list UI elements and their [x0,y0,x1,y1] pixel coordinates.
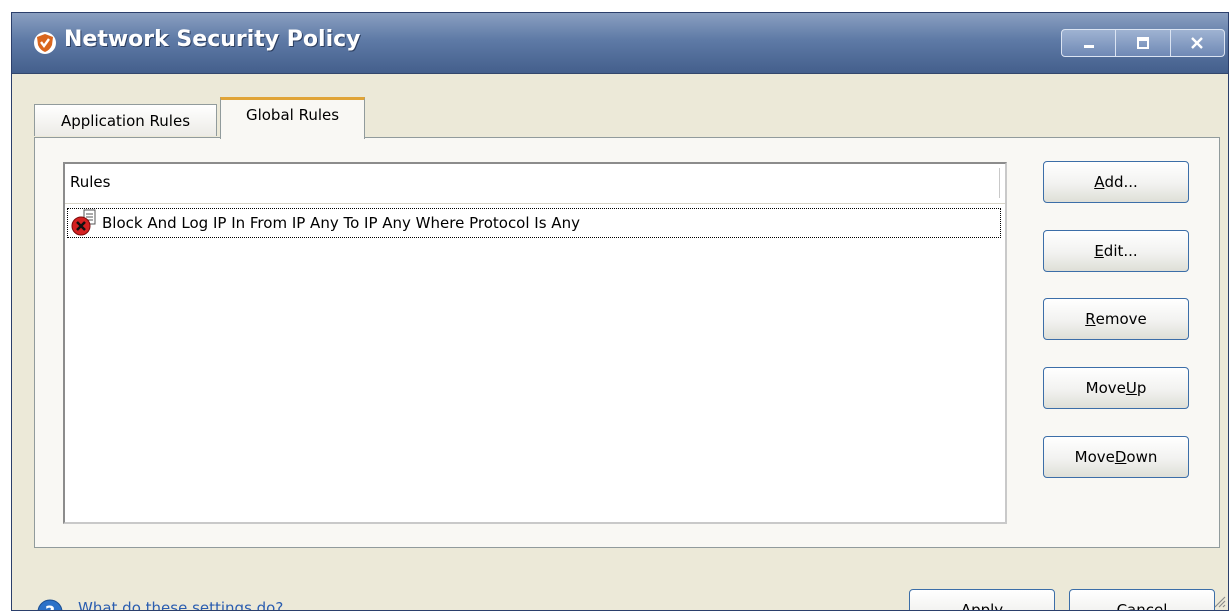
button-mnemonic: R [1085,310,1096,328]
button-label-suffix: own [1126,448,1158,466]
maximize-button[interactable] [1116,30,1171,56]
shield-icon [34,32,56,54]
rules-list[interactable]: Rules Block And Log IP In From IP Any To… [63,162,1007,524]
minimize-button[interactable] [1062,30,1117,56]
button-label: Cancel [1116,601,1168,611]
button-mnemonic: U [1125,379,1137,397]
tab-label: Application Rules [60,111,191,130]
move-down-button[interactable]: Move Down [1043,436,1189,478]
global-rules-panel: Rules Block And Log IP In From IP Any To… [34,137,1220,548]
apply-button[interactable]: Apply [909,589,1055,611]
button-label-suffix: emove [1095,310,1147,328]
move-up-button[interactable]: Move Up [1043,367,1189,409]
add-rule-button[interactable]: Add... [1043,161,1189,203]
list-item[interactable]: Block And Log IP In From IP Any To IP An… [67,208,1001,238]
button-label-suffix: dd... [1104,173,1138,191]
network-security-policy-window: Network Security Policy Application Rule… [11,12,1229,611]
title-bar[interactable]: Network Security Policy [12,13,1228,74]
window-title: Network Security Policy [64,27,361,52]
button-label-suffix: dit... [1103,242,1138,260]
column-separator[interactable] [999,168,1003,198]
button-mnemonic: D [1114,448,1127,466]
close-button[interactable] [1171,30,1224,56]
edit-rule-button[interactable]: Edit... [1043,230,1189,272]
tab-label: Global Rules [245,106,340,124]
button-label-suffix: p [1136,379,1147,397]
button-mnemonic: E [1094,242,1104,260]
dialog-body: Application Rules Global Rules Rules Blo… [12,74,1228,610]
close-icon [1191,37,1204,49]
column-header-label: Rules [70,173,111,191]
cancel-button[interactable]: Cancel [1069,589,1215,611]
button-mnemonic: A [1094,173,1105,191]
resize-grip-icon[interactable] [1212,594,1226,608]
maximize-icon [1136,37,1149,49]
button-label: Apply [960,601,1004,611]
svg-text:?: ? [45,603,55,611]
button-label-prefix: Move [1074,448,1115,466]
tab-application-rules[interactable]: Application Rules [34,104,217,136]
window-controls [1061,29,1225,57]
rule-text: Block And Log IP In From IP Any To IP An… [102,214,580,232]
block-rule-icon [68,208,102,238]
button-label-prefix: Move [1085,379,1126,397]
minimize-icon [1083,45,1094,48]
help-link[interactable]: What do these settings do? [78,599,283,610]
help-icon[interactable]: ? [37,599,63,611]
tab-global-rules[interactable]: Global Rules [220,97,365,139]
rules-column-header[interactable]: Rules [65,164,1005,204]
remove-rule-button[interactable]: Remove [1043,298,1189,340]
